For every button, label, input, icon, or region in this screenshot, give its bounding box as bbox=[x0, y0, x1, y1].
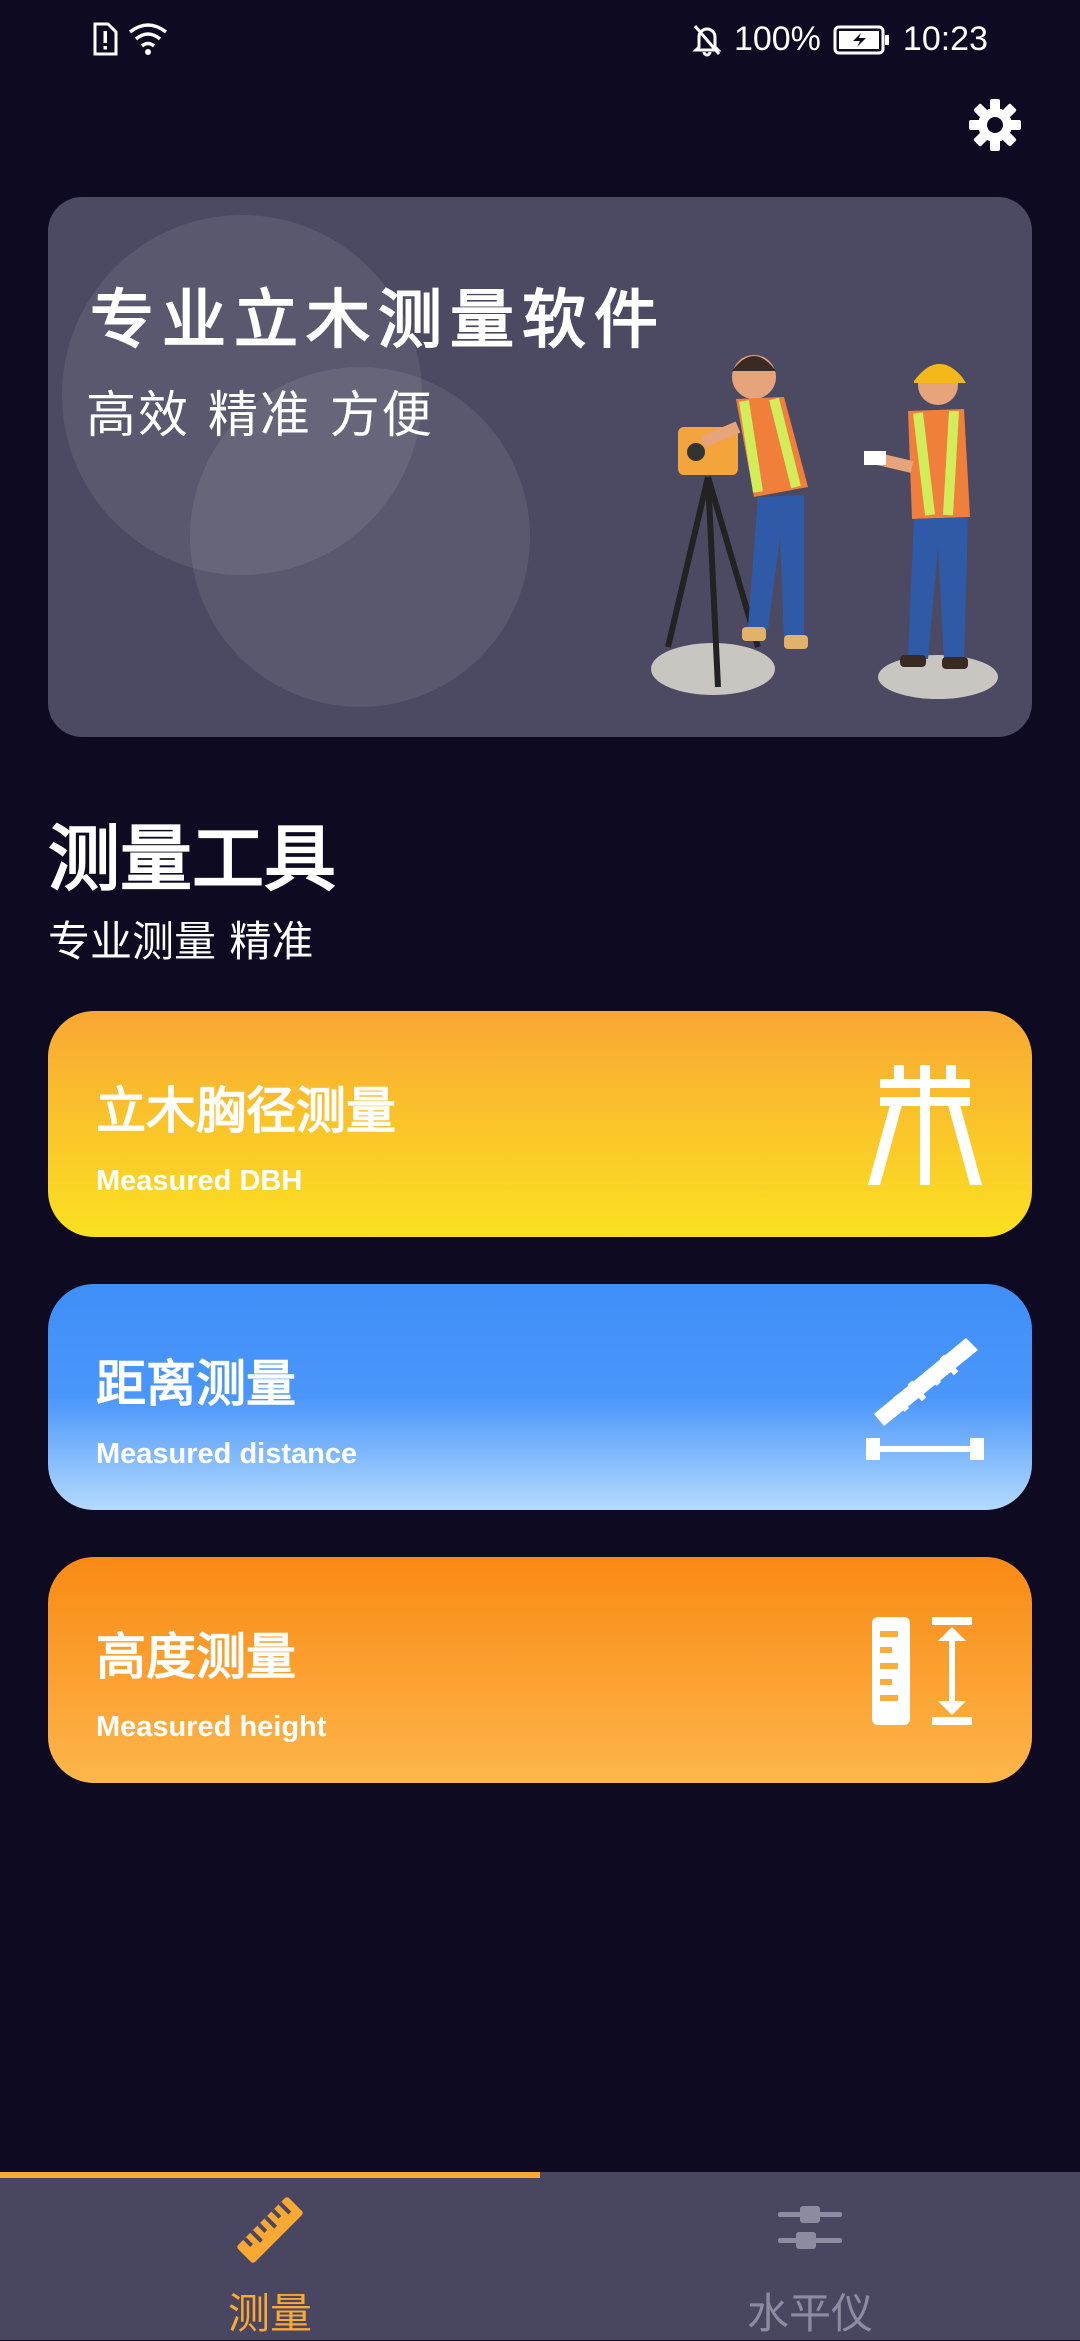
tab-label: 水平仪 bbox=[746, 2289, 873, 2338]
status-right: 100% 10:23 bbox=[692, 20, 988, 59]
tab-measure[interactable]: 测量 bbox=[0, 2172, 540, 2340]
card-title: 立木胸径测量 bbox=[96, 1082, 396, 1140]
battery-charging-icon bbox=[833, 25, 889, 54]
bottom-tab-bar: 测量 水平仪 bbox=[0, 2172, 1080, 2340]
level-icon bbox=[778, 2206, 842, 2249]
surveyors-illustration bbox=[651, 355, 998, 699]
card-title: 高度测量 bbox=[96, 1628, 296, 1686]
gear-icon[interactable] bbox=[968, 98, 1022, 152]
banner-subtitle: 高效 精准 方便 bbox=[86, 386, 434, 444]
card-subtitle: Measured distance bbox=[96, 1438, 358, 1470]
distance-measure-card[interactable]: 距离测量 Measured distance bbox=[48, 1284, 1032, 1510]
ruler-distance-icon bbox=[866, 1338, 984, 1460]
battery-percent: 100% bbox=[733, 20, 821, 58]
dbh-measure-card[interactable]: 立木胸径测量 Measured DBH bbox=[48, 1011, 1032, 1237]
status-bar: 100% 10:23 bbox=[0, 0, 1080, 84]
status-left-icons bbox=[92, 22, 168, 56]
height-measure-card[interactable]: 高度测量 Measured height bbox=[48, 1557, 1032, 1783]
section-title: 测量工具 bbox=[48, 817, 337, 901]
bell-muted-icon bbox=[692, 24, 722, 56]
card-title: 距离测量 bbox=[96, 1355, 296, 1413]
promo-banner[interactable]: 专业立木测量软件 高效 精准 方便 bbox=[48, 197, 1032, 737]
tripod-icon bbox=[868, 1065, 982, 1185]
tab-level[interactable]: 水平仪 bbox=[540, 2172, 1080, 2340]
ruler-icon bbox=[237, 2197, 303, 2263]
height-scale-icon bbox=[872, 1617, 972, 1725]
wifi-icon bbox=[128, 23, 168, 55]
card-subtitle: Measured DBH bbox=[96, 1165, 303, 1197]
banner-title: 专业立木测量软件 bbox=[90, 284, 666, 358]
card-subtitle: Measured height bbox=[96, 1711, 327, 1743]
tab-label: 测量 bbox=[227, 2289, 312, 2338]
section-subtitle: 专业测量 精准 bbox=[48, 917, 314, 966]
sim-alert-icon bbox=[93, 22, 118, 56]
clock: 10:23 bbox=[902, 20, 988, 58]
